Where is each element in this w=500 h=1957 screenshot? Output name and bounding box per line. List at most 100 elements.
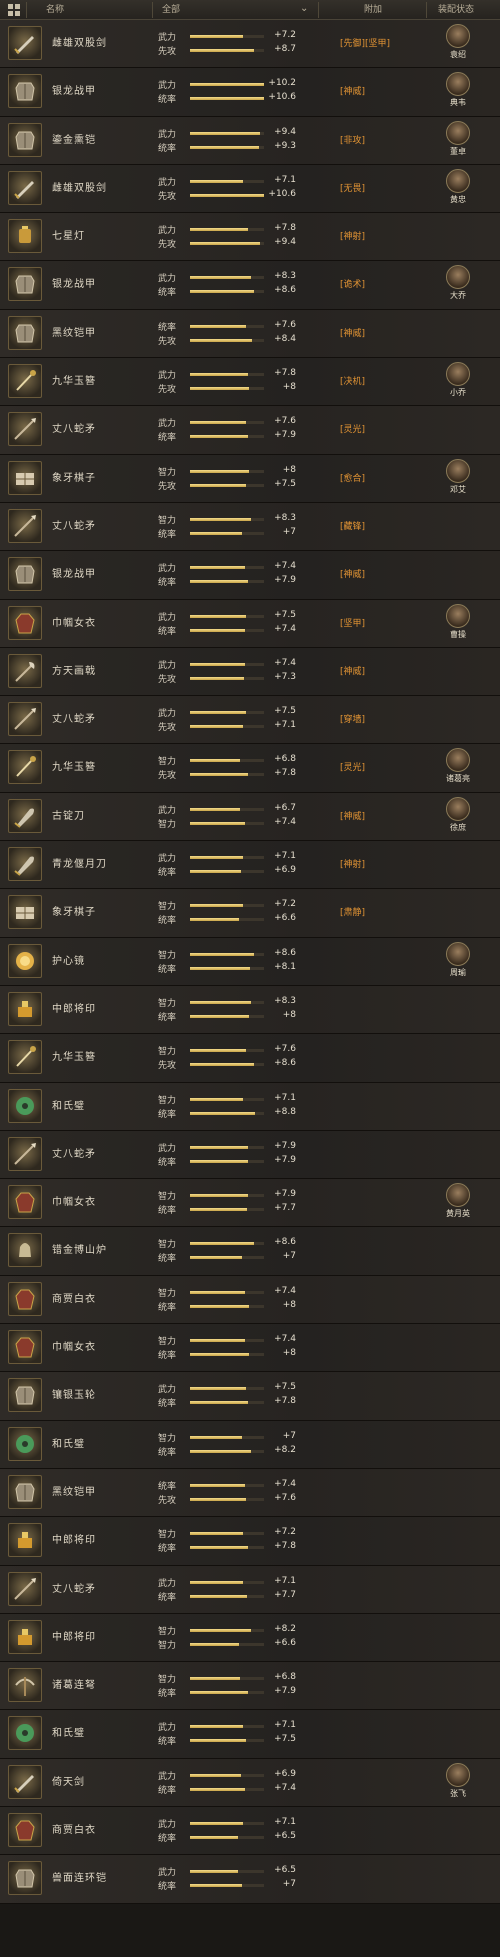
stat-bar-fill xyxy=(190,1642,239,1646)
table-row[interactable]: 雌雄双股剑 武力 +7.2 先攻 +8.7 [先御][坚甲] 袁绍 xyxy=(0,20,500,69)
table-row[interactable]: 诸葛连弩 智力 +6.8 统率 +7.9 xyxy=(0,1662,500,1711)
table-row[interactable]: 丈八蛇矛 武力 +7.5 先攻 +7.1 [穿墙] xyxy=(0,696,500,745)
table-row[interactable]: 银龙战甲 武力 +8.3 统率 +8.6 [诡术] 大乔 xyxy=(0,261,500,310)
table-row[interactable]: 银龙战甲 武力 +7.4 统率 +7.9 [神威] xyxy=(0,551,500,600)
table-row[interactable]: 巾帼女衣 智力 +7.9 统率 +7.7 黄月英 xyxy=(0,1179,500,1228)
equipped-hero-name: 黄月英 xyxy=(446,1209,470,1219)
stat-label: 智力 xyxy=(158,950,177,961)
table-row[interactable]: 黑纹铠甲 统率 +7.4 先攻 +7.6 xyxy=(0,1468,500,1518)
column-equip-header[interactable]: 装配状态 xyxy=(438,0,474,20)
filter-all-dropdown[interactable]: 全部 xyxy=(162,0,180,20)
stat-line: 先攻 +7.6 xyxy=(158,1492,298,1506)
table-row[interactable]: 中郎将印 智力 +8.3 统率 +8 xyxy=(0,985,500,1035)
table-row[interactable]: 巾帼女衣 武力 +7.5 统率 +7.4 [坚甲] 曹操 xyxy=(0,599,500,648)
stat-line: 统率 +7 xyxy=(158,1878,298,1892)
table-row[interactable]: 方天画戟 武力 +7.4 先攻 +7.3 [神威] xyxy=(0,647,500,697)
table-row[interactable]: 九华玉簪 智力 +6.8 先攻 +7.8 [灵光] 诸葛亮 xyxy=(0,744,500,793)
table-row[interactable]: 巾帼女衣 智力 +7.4 统率 +8 xyxy=(0,1324,500,1373)
table-row[interactable]: 镶银玉轮 武力 +7.5 统率 +7.8 xyxy=(0,1372,500,1421)
stat-bar-fill xyxy=(190,193,264,197)
table-row[interactable]: 黑纹铠甲 统率 +7.6 先攻 +8.4 [神威] xyxy=(0,309,500,359)
stat-bar-fill xyxy=(190,759,240,763)
avatar[interactable] xyxy=(446,72,470,97)
table-row[interactable]: 鎏金熏铠 武力 +9.4 统率 +9.3 [非攻] 董卓 xyxy=(0,116,500,165)
table-row[interactable]: 兽面连环铠 武力 +6.5 统率 +7 xyxy=(0,1855,500,1904)
table-row[interactable]: 丈八蛇矛 武力 +7.9 统率 +7.9 xyxy=(0,1130,500,1180)
item-name: 青龙偃月刀 xyxy=(52,859,107,871)
stat-bar-fill xyxy=(190,870,241,874)
table-row[interactable]: 银龙战甲 武力 +10.2 统率 +10.6 [神威] 典韦 xyxy=(0,68,500,117)
table-row[interactable]: 护心镜 智力 +8.6 统率 +8.1 周瑜 xyxy=(0,937,500,986)
stat-line: 智力 +6.6 xyxy=(158,1637,298,1651)
table-row[interactable]: 倚天剑 武力 +6.9 统率 +7.4 张飞 xyxy=(0,1758,500,1807)
grid-view-icon[interactable] xyxy=(8,4,20,16)
stat-value: +7.9 xyxy=(274,430,296,441)
table-row[interactable]: 和氏璧 智力 +7 统率 +8.2 xyxy=(0,1420,500,1469)
stat-bar xyxy=(190,1353,264,1357)
avatar[interactable] xyxy=(446,1183,470,1208)
stat-value: +6.6 xyxy=(274,1637,296,1648)
avatar[interactable] xyxy=(446,168,470,193)
table-row[interactable]: 中郎将印 智力 +7.2 统率 +7.8 xyxy=(0,1517,500,1566)
stat-bar xyxy=(190,435,264,439)
item-name: 巾帼女衣 xyxy=(52,1197,96,1209)
avatar[interactable] xyxy=(446,24,470,48)
stat-value: +8 xyxy=(282,464,296,475)
stat-line: 统率 +7.6 xyxy=(158,319,298,333)
stat-bar xyxy=(190,1725,264,1729)
stat-bar-fill xyxy=(190,1242,254,1246)
stat-line: 智力 +7.9 xyxy=(158,1188,298,1202)
table-row[interactable]: 错金博山炉 智力 +8.6 统率 +7 xyxy=(0,1227,500,1276)
table-row[interactable]: 丈八蛇矛 武力 +7.1 统率 +7.7 xyxy=(0,1565,500,1614)
table-row[interactable]: 九华玉簪 武力 +7.8 先攻 +8 [决机] 小乔 xyxy=(0,358,500,407)
avatar[interactable] xyxy=(446,941,470,966)
stat-value: +6.9 xyxy=(274,1768,296,1779)
equipped-hero-name: 邓艾 xyxy=(450,484,466,494)
table-row[interactable]: 丈八蛇矛 武力 +7.6 统率 +7.9 [灵光] xyxy=(0,406,500,455)
stat-line: 统率 +7.9 xyxy=(158,1685,298,1699)
chevron-down-icon[interactable]: ⌄ xyxy=(300,3,308,14)
stat-line: 统率 +7.7 xyxy=(158,1202,298,1216)
stat-line: 统率 +7.8 xyxy=(158,1395,298,1409)
avatar[interactable] xyxy=(446,458,470,483)
table-row[interactable]: 古锭刀 武力 +6.7 智力 +7.4 [神威] 徐庶 xyxy=(0,792,500,842)
item-stats: 智力 +7 统率 +8.2 xyxy=(158,1430,298,1458)
table-row[interactable]: 象牙棋子 智力 +8 先攻 +7.5 [愈合] 邓艾 xyxy=(0,454,500,503)
seal-icon xyxy=(8,1619,42,1654)
column-extra-header[interactable]: 附加 xyxy=(364,0,382,20)
table-row[interactable]: 和氏璧 智力 +7.1 统率 +8.8 xyxy=(0,1082,500,1131)
avatar[interactable] xyxy=(446,796,470,821)
avatar[interactable] xyxy=(446,1762,470,1787)
item-name: 诸葛连弩 xyxy=(52,1680,96,1692)
stat-bar-fill xyxy=(190,856,243,860)
stat-bar xyxy=(190,870,264,874)
stat-line: 武力 +8.3 xyxy=(158,270,298,284)
stat-bar xyxy=(190,1000,264,1004)
stat-bar-fill xyxy=(190,904,243,908)
stat-line: 武力 +7.4 xyxy=(158,657,298,671)
table-row[interactable]: 中郎将印 智力 +8.2 智力 +6.6 xyxy=(0,1613,500,1663)
table-row[interactable]: 商贾白衣 武力 +7.1 统率 +6.5 xyxy=(0,1806,500,1856)
stat-bar xyxy=(190,517,264,521)
table-row[interactable]: 和氏璧 武力 +7.1 统率 +7.5 xyxy=(0,1710,500,1759)
column-name-header[interactable]: 名称 xyxy=(46,0,64,20)
table-row[interactable]: 雌雄双股剑 武力 +7.1 先攻 +10.6 [无畏] 黄忠 xyxy=(0,164,500,214)
avatar[interactable] xyxy=(446,265,470,290)
item-name: 兽面连环铠 xyxy=(52,1873,107,1885)
table-row[interactable]: 九华玉簪 智力 +7.6 先攻 +8.6 xyxy=(0,1034,500,1083)
avatar[interactable] xyxy=(446,748,470,773)
extra-skill: [诡术] xyxy=(340,280,366,291)
avatar[interactable] xyxy=(446,603,470,628)
item-stats: 智力 +7.1 统率 +8.8 xyxy=(158,1092,298,1120)
equipped-hero-name: 诸葛亮 xyxy=(446,774,470,784)
table-row[interactable]: 象牙棋子 智力 +7.2 统率 +6.6 [肃静] xyxy=(0,889,500,938)
avatar[interactable] xyxy=(446,120,470,145)
table-row[interactable]: 丈八蛇矛 智力 +8.3 统率 +7 [藏锋] xyxy=(0,502,500,552)
stat-value: +7.8 xyxy=(274,223,296,234)
avatar[interactable] xyxy=(446,362,470,387)
table-row[interactable]: 商贾白衣 智力 +7.4 统率 +8 xyxy=(0,1275,500,1325)
table-row[interactable]: 青龙偃月刀 武力 +7.1 统率 +6.9 [神射] xyxy=(0,841,500,890)
table-row[interactable]: 七星灯 武力 +7.8 先攻 +9.4 [神射] xyxy=(0,213,500,262)
item-stats: 武力 +7.5 先攻 +7.1 xyxy=(158,705,298,733)
stat-bar xyxy=(190,1256,264,1260)
